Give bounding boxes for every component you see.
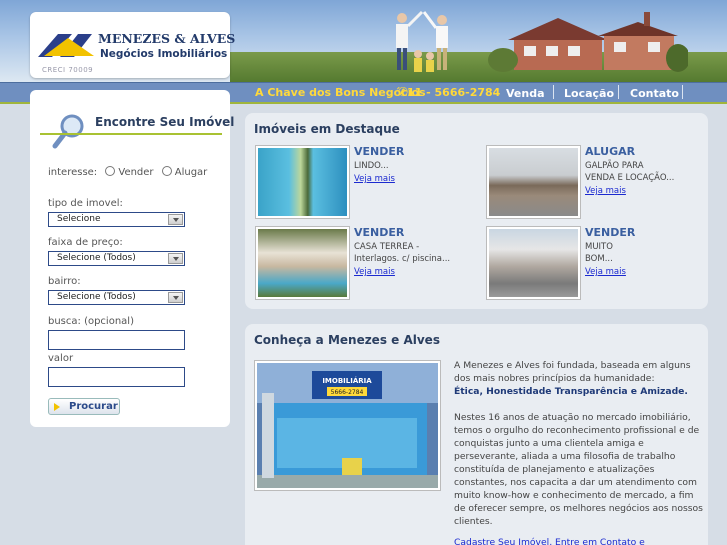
about-title: Conheça a Menezes e Alves bbox=[254, 333, 440, 347]
radio-alugar-label: Alugar bbox=[174, 167, 208, 178]
chevron-down-icon bbox=[168, 253, 183, 264]
office-photo-image: IMOBILIÁRIA 5666-2784 bbox=[257, 363, 438, 488]
featured-item: VENDER LINDO... Veja mais bbox=[255, 145, 475, 220]
logo-mark-icon bbox=[38, 34, 94, 57]
nav-link-venda[interactable]: Venda bbox=[506, 87, 545, 100]
property-description-line: LINDO... bbox=[354, 161, 389, 171]
property-description: GALPÃO PARA VENDA E LOCAÇÃO... bbox=[585, 160, 710, 184]
property-description: CASA TERREA - Interlagos. c/ piscina... bbox=[354, 241, 479, 265]
creci-number: CRECI 70009 bbox=[42, 66, 94, 74]
district-label: bairro: bbox=[48, 276, 81, 287]
search-title: Encontre Seu Imóvel bbox=[95, 115, 235, 129]
play-icon bbox=[54, 403, 60, 411]
property-type: VENDER bbox=[354, 145, 405, 158]
property-description-line: BOM... bbox=[585, 254, 613, 264]
search-panel: Encontre Seu Imóvel interesse: Vender Al… bbox=[30, 90, 234, 427]
about-body: Nestes 16 anos de atuação no mercado imo… bbox=[454, 412, 703, 527]
property-description-line: MUITO bbox=[585, 242, 613, 252]
property-description-line: CASA TERREA - bbox=[354, 242, 420, 252]
logo[interactable]: MENEZES & ALVES Negócios Imobiliários CR… bbox=[30, 12, 235, 78]
value-label: valor bbox=[48, 353, 74, 364]
about-intro: A Menezes e Alves foi fundada, baseada e… bbox=[454, 359, 704, 398]
price-select[interactable]: Selecione (Todos) bbox=[48, 251, 185, 266]
search-button[interactable]: Procurar bbox=[48, 398, 120, 415]
chevron-down-icon bbox=[168, 292, 183, 303]
family-illustration bbox=[396, 10, 448, 72]
property-description-line: GALPÃO PARA bbox=[585, 161, 644, 171]
magnifier-icon bbox=[52, 114, 84, 149]
featured-item: ALUGAR GALPÃO PARA VENDA E LOCAÇÃO... Ve… bbox=[486, 145, 706, 220]
chevron-down-icon bbox=[168, 214, 183, 225]
house-illustration bbox=[488, 12, 688, 72]
type-select[interactable]: Selecione bbox=[48, 212, 185, 227]
property-type: VENDER bbox=[354, 226, 405, 239]
price-select-value: Selecione (Todos) bbox=[57, 253, 136, 263]
nav-separator bbox=[618, 85, 619, 99]
about-intro-text: A Menezes e Alves foi fundada, baseada e… bbox=[454, 360, 691, 384]
property-photo[interactable] bbox=[255, 145, 350, 219]
property-photo[interactable] bbox=[255, 226, 350, 300]
property-description-line: Interlagos. c/ piscina... bbox=[354, 254, 451, 264]
about-section: Conheça a Menezes e Alves IMOBILIÁRIA 56… bbox=[245, 324, 708, 545]
see-more-link[interactable]: Veja mais bbox=[585, 186, 626, 196]
featured-section: Imóveis em Destaque VENDER LINDO... Veja… bbox=[245, 113, 708, 309]
value-input[interactable] bbox=[48, 367, 185, 387]
property-photo[interactable] bbox=[486, 145, 581, 219]
office-photo: IMOBILIÁRIA 5666-2784 bbox=[254, 360, 441, 491]
price-label: faixa de preço: bbox=[48, 237, 123, 248]
brand-name: MENEZES & ALVES bbox=[98, 31, 236, 46]
brand-subtitle: Negócios Imobiliários bbox=[100, 48, 228, 60]
see-more-link[interactable]: Veja mais bbox=[585, 267, 626, 277]
featured-title: Imóveis em Destaque bbox=[254, 122, 400, 136]
radio-vender-label: Vender bbox=[118, 167, 154, 178]
radio-alugar[interactable] bbox=[161, 166, 172, 176]
sign-text: IMOBILIÁRIA bbox=[322, 376, 372, 385]
interest-label: interesse: bbox=[48, 167, 98, 178]
phone-number: 11 - 5666-2784 bbox=[407, 86, 501, 99]
site-header: MENEZES & ALVES Negócios Imobiliários CR… bbox=[0, 0, 727, 82]
about-text: A Menezes e Alves foi fundada, baseada e… bbox=[454, 359, 704, 541]
sign-phone: 5666-2784 bbox=[331, 389, 364, 396]
featured-item: VENDER MUITO BOM... Veja mais bbox=[486, 226, 706, 301]
property-photo[interactable] bbox=[486, 226, 581, 300]
property-description-line: VENDA E LOCAÇÃO... bbox=[585, 173, 675, 183]
see-more-link[interactable]: Veja mais bbox=[354, 267, 395, 277]
nav-link-locacao[interactable]: Locação bbox=[564, 87, 614, 100]
about-links[interactable]: Cadastre Seu Imóvel, Entre em Contato e bbox=[454, 537, 645, 545]
district-select[interactable]: Selecione (Todos) bbox=[48, 290, 185, 305]
property-description: LINDO... bbox=[354, 160, 479, 172]
nav-separator bbox=[553, 85, 554, 99]
radio-vender[interactable] bbox=[105, 166, 116, 176]
query-input[interactable] bbox=[48, 330, 185, 350]
title-divider bbox=[40, 133, 222, 135]
property-description: MUITO BOM... bbox=[585, 241, 710, 265]
about-values: Ética, Honestidade Transparência e Amiza… bbox=[454, 386, 688, 397]
query-label: busca: (opcional) bbox=[48, 316, 134, 327]
property-type: VENDER bbox=[585, 226, 636, 239]
featured-item: VENDER CASA TERREA - Interlagos. c/ pisc… bbox=[255, 226, 475, 301]
interest-row: interesse: Vender Alugar bbox=[48, 166, 207, 178]
search-button-label: Procurar bbox=[69, 401, 118, 412]
nav-link-contato[interactable]: Contato bbox=[630, 87, 679, 100]
type-select-value: Selecione bbox=[57, 214, 101, 224]
property-type: ALUGAR bbox=[585, 145, 636, 158]
nav-separator bbox=[682, 85, 683, 99]
type-label: tipo de imovel: bbox=[48, 198, 123, 209]
see-more-link[interactable]: Veja mais bbox=[354, 174, 395, 184]
district-select-value: Selecione (Todos) bbox=[57, 292, 136, 302]
